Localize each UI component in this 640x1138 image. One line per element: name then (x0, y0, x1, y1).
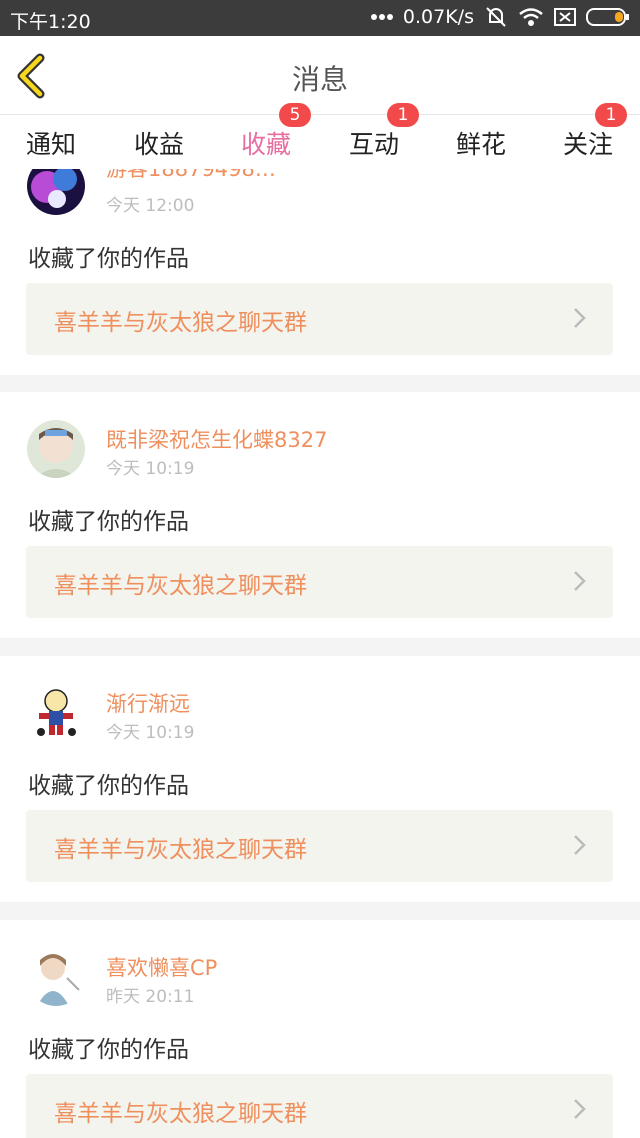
tab-notice[interactable]: 通知 (26, 125, 76, 161)
user-avatar[interactable] (27, 420, 85, 478)
dots-icon (370, 13, 393, 21)
work-link[interactable]: 喜羊羊与灰太狼之聊天群 (26, 1074, 613, 1138)
status-time: 下午1:20 (10, 11, 91, 33)
timestamp: 今天 10:19 (106, 723, 195, 743)
username[interactable]: 喜欢懒喜CP (106, 952, 217, 982)
tab-badge: 1 (595, 103, 628, 127)
nav-bar: 消息 (0, 36, 640, 115)
tab-flowers[interactable]: 鲜花 (456, 125, 506, 161)
notification-card: 喜欢懒喜CP 昨天 20:11 收藏了你的作品 喜羊羊与灰太狼之聊天群 (0, 920, 640, 1138)
notification-list: 游客18879498… 今天 12:00 收藏了你的作品 喜羊羊与灰太狼之聊天群… (0, 169, 640, 1138)
work-link[interactable]: 喜羊羊与灰太狼之聊天群 (26, 810, 613, 882)
work-title: 喜羊羊与灰太狼之聊天群 (54, 837, 307, 863)
network-speed: 0.07K/s (402, 6, 474, 28)
notification-card: 游客18879498… 今天 12:00 收藏了你的作品 喜羊羊与灰太狼之聊天群 (0, 169, 640, 375)
chevron-right-icon (573, 1098, 587, 1124)
silent-icon (484, 6, 508, 28)
battery-icon (586, 7, 630, 27)
user-avatar[interactable] (27, 169, 85, 215)
work-title: 喜羊羊与灰太狼之聊天群 (54, 310, 307, 336)
notification-card: 既非梁祝怎生化蝶8327 今天 10:19 收藏了你的作品 喜羊羊与灰太狼之聊天… (0, 392, 640, 638)
work-title: 喜羊羊与灰太狼之聊天群 (54, 573, 307, 599)
status-bar: 下午1:20 0.07K/s (0, 0, 640, 36)
work-title: 喜羊羊与灰太狼之聊天群 (54, 1101, 307, 1127)
action-text: 收藏了你的作品 (28, 246, 189, 272)
action-text: 收藏了你的作品 (28, 773, 189, 799)
action-text: 收藏了你的作品 (28, 1037, 189, 1063)
tab-favorites[interactable]: 收藏 5 (241, 103, 312, 173)
action-text: 收藏了你的作品 (28, 509, 189, 535)
tab-follow[interactable]: 关注 1 (563, 103, 628, 161)
timestamp: 今天 10:19 (106, 459, 195, 479)
username[interactable]: 游客18879498… (106, 169, 276, 183)
wifi-icon (518, 7, 544, 27)
timestamp: 昨天 20:11 (106, 987, 195, 1007)
username[interactable]: 渐行渐远 (106, 688, 190, 718)
timestamp: 今天 12:00 (106, 196, 195, 216)
user-avatar[interactable] (27, 684, 85, 742)
tab-earnings[interactable]: 收益 (134, 125, 184, 161)
page-title: 消息 (291, 63, 348, 96)
tab-badge: 1 (387, 103, 420, 127)
tab-interaction[interactable]: 互动 1 (349, 103, 420, 161)
sim-icon (554, 7, 576, 27)
tab-bar: 通知 收益 收藏 5 互动 1 鲜花 关注 1 (0, 103, 640, 173)
work-link[interactable]: 喜羊羊与灰太狼之聊天群 (26, 546, 613, 618)
tab-badge: 5 (279, 103, 312, 127)
notification-card: 渐行渐远 今天 10:19 收藏了你的作品 喜羊羊与灰太狼之聊天群 (0, 656, 640, 902)
chevron-right-icon (573, 307, 587, 333)
username[interactable]: 既非梁祝怎生化蝶8327 (106, 424, 327, 454)
chevron-right-icon (573, 570, 587, 596)
user-avatar[interactable] (27, 948, 85, 1006)
chevron-right-icon (573, 834, 587, 860)
work-link[interactable]: 喜羊羊与灰太狼之聊天群 (26, 283, 613, 355)
